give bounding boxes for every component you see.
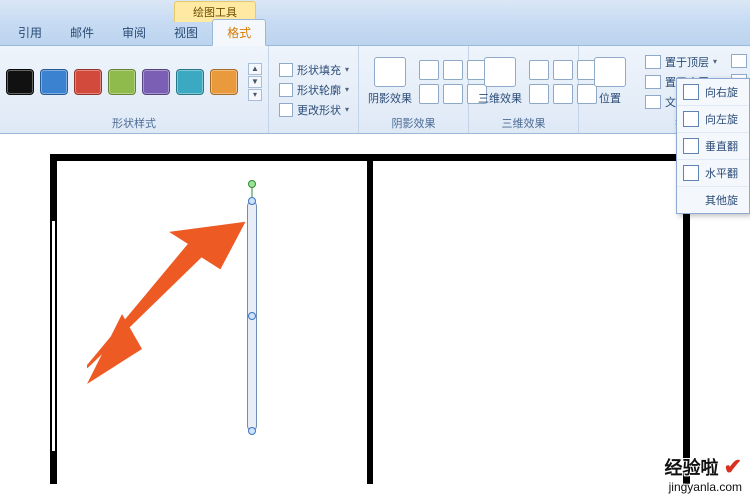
resize-handle-top[interactable] <box>248 197 256 205</box>
rotation-handle[interactable] <box>248 180 256 188</box>
flip-vertical-icon <box>683 138 699 154</box>
rotate-left-icon <box>683 111 699 127</box>
tab-format[interactable]: 格式 <box>212 19 266 46</box>
position-button[interactable]: 位置 <box>585 55 635 108</box>
swatch-blue[interactable] <box>40 69 68 95</box>
pen-icon <box>279 83 293 97</box>
cube-icon <box>484 57 516 87</box>
rotate-right-icon <box>683 84 699 100</box>
shape-style-gallery[interactable]: ▲ ▼ ▾ <box>6 63 262 101</box>
tab-references[interactable]: 引用 <box>4 20 56 45</box>
more-rotation-label: 其他旋 <box>705 192 738 208</box>
watermark-url: jingyanla.com <box>665 480 742 494</box>
group-label-empty1 <box>275 129 352 131</box>
tab-view[interactable]: 视图 <box>160 20 212 45</box>
group-shape-styles: ▲ ▼ ▾ 形状样式 <box>0 46 269 133</box>
flip-horizontal-icon <box>683 165 699 181</box>
swatch-teal[interactable] <box>176 69 204 95</box>
drawn-rectangle-frame <box>50 154 690 484</box>
position-icon <box>594 57 626 87</box>
group-shape-options: 形状填充 ▾ 形状轮廓 ▾ 更改形状 ▾ <box>269 46 359 133</box>
watermark-check-icon: ✔ <box>724 454 742 479</box>
group-label-3d: 三维效果 <box>475 113 572 131</box>
ribbon: ▲ ▼ ▾ 形状样式 形状填充 ▾ 形状轮廓 ▾ <box>0 46 750 134</box>
position-label: 位置 <box>599 90 621 106</box>
rotate-left-label: 向左旋 <box>705 111 738 127</box>
swatch-green[interactable] <box>108 69 136 95</box>
gallery-scroll-up[interactable]: ▲ <box>248 63 262 75</box>
shape-fill-button[interactable]: 形状填充 ▾ <box>275 61 353 79</box>
swatch-purple[interactable] <box>142 69 170 95</box>
group-shadow: 阴影效果 阴影效果 <box>359 46 469 133</box>
group-3d: 三维效果 三维效果 <box>469 46 579 133</box>
watermark-brand: 经验啦 <box>665 458 719 478</box>
nudge-up[interactable] <box>443 60 463 80</box>
bring-front-icon <box>645 55 661 69</box>
shadow-label: 阴影效果 <box>368 90 412 106</box>
swatch-red[interactable] <box>74 69 102 95</box>
chevron-down-icon: ▾ <box>345 65 349 74</box>
threeD-effects-button[interactable]: 三维效果 <box>475 55 525 108</box>
chevron-down-icon: ▾ <box>345 105 349 114</box>
shape-fill-label: 形状填充 <box>297 62 341 78</box>
tab-mail[interactable]: 邮件 <box>56 20 108 45</box>
bring-front-button[interactable]: 置于顶层▾ <box>641 53 721 71</box>
flip-vertical-item[interactable]: 垂直翻 <box>677 133 749 160</box>
more-rotation-item[interactable]: 其他旋 <box>677 187 749 213</box>
watermark: 经验啦 ✔ jingyanla.com <box>665 454 742 494</box>
flip-vertical-label: 垂直翻 <box>705 138 738 154</box>
chevron-down-icon: ▾ <box>345 85 349 94</box>
document-canvas[interactable]: 经验啦 ✔ jingyanla.com <box>0 134 750 500</box>
gallery-scroll-down[interactable]: ▼ <box>248 76 262 88</box>
tilt-up[interactable] <box>553 60 573 80</box>
nudge-down-left[interactable] <box>419 84 439 104</box>
thin-white-line <box>52 221 55 451</box>
tabs-row: 引用 邮件 审阅 视图 格式 <box>0 22 750 46</box>
rotate-dropdown-menu: 向右旋 向左旋 垂直翻 水平翻 其他旋 <box>676 78 750 214</box>
text-wrap-icon <box>645 95 661 109</box>
shape-outline-button[interactable]: 形状轮廓 ▾ <box>275 81 353 99</box>
change-shape-label: 更改形状 <box>297 102 341 118</box>
rotate-right-label: 向右旋 <box>705 84 738 100</box>
tilt-down-left[interactable] <box>529 84 549 104</box>
tilt-up-left[interactable] <box>529 60 549 80</box>
bucket-icon <box>279 63 293 77</box>
align-button[interactable]: 对齐▾ <box>727 52 750 70</box>
selected-shape-capsule[interactable] <box>247 201 257 431</box>
rotation-stem <box>252 187 253 197</box>
shadow-icon <box>374 57 406 87</box>
change-shape-button[interactable]: 更改形状 ▾ <box>275 101 353 119</box>
swatch-orange[interactable] <box>210 69 238 95</box>
flip-horizontal-item[interactable]: 水平翻 <box>677 160 749 187</box>
tilt-down[interactable] <box>553 84 573 104</box>
shadow-effects-button[interactable]: 阴影效果 <box>365 55 415 108</box>
nudge-up-left[interactable] <box>419 60 439 80</box>
drawn-vertical-divider <box>367 161 373 484</box>
gallery-expand[interactable]: ▾ <box>248 89 262 101</box>
align-icon <box>731 54 747 68</box>
resize-handle-bottom[interactable] <box>248 427 256 435</box>
group-label-shape-styles: 形状样式 <box>6 113 262 131</box>
rotate-right-item[interactable]: 向右旋 <box>677 79 749 106</box>
bring-front-label: 置于顶层 <box>665 54 709 70</box>
resize-handle-mid[interactable] <box>248 312 256 320</box>
annotation-arrow-icon <box>87 214 247 384</box>
tab-review[interactable]: 审阅 <box>108 20 160 45</box>
threeD-label: 三维效果 <box>478 90 522 106</box>
nudge-down[interactable] <box>443 84 463 104</box>
shape-outline-label: 形状轮廓 <box>297 82 341 98</box>
send-back-icon <box>645 75 661 89</box>
rotate-left-item[interactable]: 向左旋 <box>677 106 749 133</box>
swatch-black[interactable] <box>6 69 34 95</box>
group-label-shadow: 阴影效果 <box>365 113 462 131</box>
flip-horizontal-label: 水平翻 <box>705 165 738 181</box>
change-shape-icon <box>279 103 293 117</box>
